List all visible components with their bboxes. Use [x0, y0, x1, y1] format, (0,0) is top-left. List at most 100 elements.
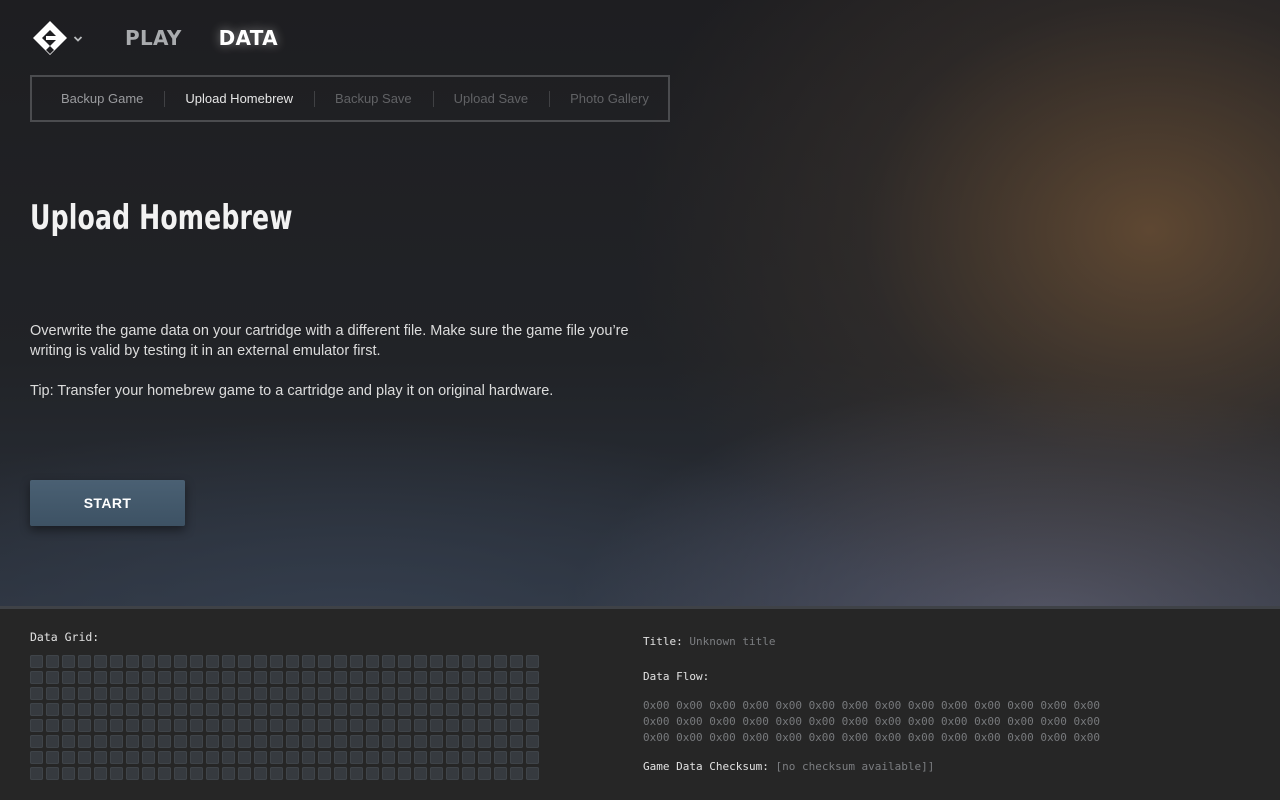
- grid-cell: [238, 671, 251, 684]
- grid-cell: [430, 703, 443, 716]
- grid-cell: [254, 719, 267, 732]
- grid-cell: [494, 687, 507, 700]
- grid-cell: [334, 703, 347, 716]
- grid-cell: [190, 719, 203, 732]
- grid-cell: [414, 751, 427, 764]
- grid-cell: [94, 735, 107, 748]
- grid-cell: [142, 767, 155, 780]
- grid-cell: [462, 655, 475, 668]
- grid-cell: [30, 719, 43, 732]
- grid-cell: [30, 735, 43, 748]
- grid-cell: [318, 671, 331, 684]
- grid-cell: [190, 735, 203, 748]
- tab-upload-save[interactable]: Upload Save: [432, 89, 549, 109]
- grid-cell: [302, 687, 315, 700]
- grid-cell: [126, 671, 139, 684]
- grid-cell: [446, 735, 459, 748]
- grid-cell: [190, 671, 203, 684]
- grid-cell: [302, 751, 315, 764]
- grid-cell: [206, 671, 219, 684]
- grid-cell: [142, 655, 155, 668]
- grid-cell: [382, 751, 395, 764]
- grid-cell: [366, 767, 379, 780]
- grid-cell: [206, 767, 219, 780]
- grid-cell: [254, 767, 267, 780]
- grid-cell: [414, 719, 427, 732]
- grid-cell: [510, 751, 523, 764]
- grid-cell: [142, 735, 155, 748]
- grid-cell: [302, 735, 315, 748]
- start-button[interactable]: START: [30, 480, 185, 526]
- grid-cell: [158, 719, 171, 732]
- grid-cell: [206, 655, 219, 668]
- grid-cell: [350, 655, 363, 668]
- tab-backup-game[interactable]: Backup Game: [40, 89, 164, 109]
- grid-cell: [318, 735, 331, 748]
- description-text: Overwrite the game data on your cartridg…: [30, 323, 629, 359]
- grid-cell: [174, 671, 187, 684]
- grid-cell: [526, 735, 539, 748]
- grid-cell: [510, 687, 523, 700]
- grid-cell: [478, 767, 491, 780]
- tab-backup-save[interactable]: Backup Save: [314, 89, 433, 109]
- grid-cell: [334, 735, 347, 748]
- tab-upload-homebrew[interactable]: Upload Homebrew: [164, 89, 314, 109]
- grid-cell: [286, 655, 299, 668]
- grid-cell: [478, 735, 491, 748]
- grid-cell: [430, 719, 443, 732]
- data-panel: Data Grid: Title: Unknown title Data Flo…: [0, 606, 1280, 800]
- grid-cell: [350, 671, 363, 684]
- grid-cell: [94, 655, 107, 668]
- grid-cell: [478, 703, 491, 716]
- grid-cell: [206, 687, 219, 700]
- cartridge-logo-icon: [33, 21, 67, 55]
- grid-cell: [174, 655, 187, 668]
- grid-cell: [350, 735, 363, 748]
- hex-line: 0x00 0x00 0x00 0x00 0x00 0x00 0x00 0x00 …: [643, 699, 1100, 712]
- grid-cell: [174, 687, 187, 700]
- grid-cell: [286, 687, 299, 700]
- grid-cell: [158, 655, 171, 668]
- grid-cell: [254, 687, 267, 700]
- grid-cell: [270, 655, 283, 668]
- nav-data[interactable]: DATA: [219, 24, 278, 52]
- grid-cell: [478, 751, 491, 764]
- page-title: Upload Homebrew: [30, 198, 293, 238]
- grid-cell: [270, 767, 283, 780]
- grid-cell: [286, 719, 299, 732]
- grid-cell: [46, 671, 59, 684]
- grid-cell: [222, 719, 235, 732]
- grid-cell: [318, 751, 331, 764]
- title-key: Title:: [643, 635, 683, 648]
- grid-cell: [126, 735, 139, 748]
- logo-menu[interactable]: [31, 20, 91, 56]
- data-flow-hex: 0x00 0x00 0x00 0x00 0x00 0x00 0x00 0x00 …: [643, 698, 1100, 746]
- data-flow-label: Data Flow:: [643, 670, 710, 683]
- grid-cell: [510, 719, 523, 732]
- grid-cell: [350, 719, 363, 732]
- grid-cell: [494, 655, 507, 668]
- grid-cell: [526, 767, 539, 780]
- grid-cell: [350, 687, 363, 700]
- grid-cell: [62, 735, 75, 748]
- grid-cell: [462, 735, 475, 748]
- grid-cell: [446, 687, 459, 700]
- grid-cell: [414, 703, 427, 716]
- grid-cell: [78, 735, 91, 748]
- grid-cell: [174, 767, 187, 780]
- hex-line: 0x00 0x00 0x00 0x00 0x00 0x00 0x00 0x00 …: [643, 715, 1100, 728]
- grid-cell: [222, 655, 235, 668]
- nav-play[interactable]: PLAY: [125, 24, 182, 52]
- grid-cell: [494, 767, 507, 780]
- tab-photo-gallery[interactable]: Photo Gallery: [549, 89, 670, 109]
- grid-cell: [430, 751, 443, 764]
- grid-cell: [30, 703, 43, 716]
- grid-cell: [414, 735, 427, 748]
- grid-cell: [110, 751, 123, 764]
- grid-cell: [430, 767, 443, 780]
- grid-cell: [238, 719, 251, 732]
- grid-cell: [222, 767, 235, 780]
- tip-text: Tip: Transfer your homebrew game to a ca…: [30, 383, 554, 399]
- grid-cell: [382, 735, 395, 748]
- grid-cell: [430, 671, 443, 684]
